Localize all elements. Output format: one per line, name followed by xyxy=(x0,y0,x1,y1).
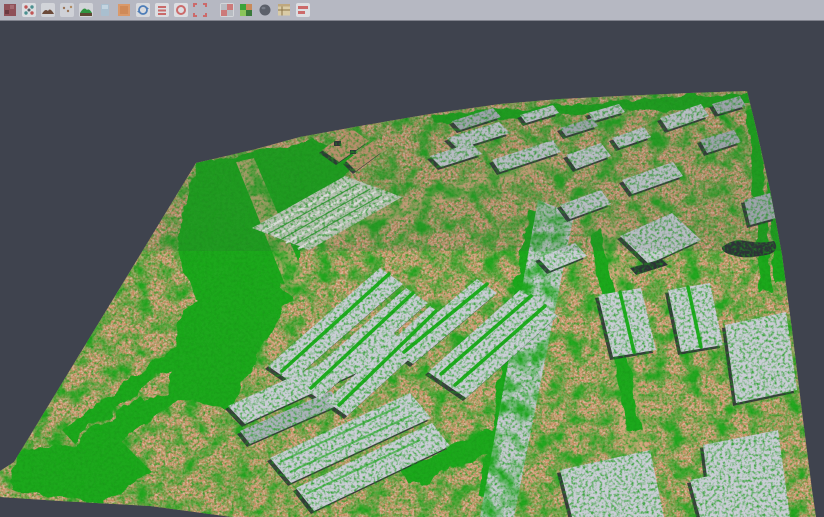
dotted-ground-icon[interactable] xyxy=(59,3,74,18)
red-ring-icon[interactable] xyxy=(173,3,188,18)
viewport-3d[interactable] xyxy=(0,21,824,517)
brown-hill-icon[interactable] xyxy=(40,3,55,18)
green-hill-icon[interactable] xyxy=(78,3,93,18)
blue-panel-icon[interactable] xyxy=(97,3,112,18)
red-crop-icon[interactable] xyxy=(192,3,207,18)
red-lines-icon[interactable] xyxy=(154,3,169,18)
checker-grid-icon[interactable] xyxy=(219,3,234,18)
maroon-tile-icon[interactable] xyxy=(2,3,17,18)
toolbar xyxy=(0,0,824,21)
scatter-points-icon[interactable] xyxy=(21,3,36,18)
blue-orbit-icon[interactable] xyxy=(135,3,150,18)
tan-table-icon[interactable] xyxy=(276,3,291,18)
application-window xyxy=(0,0,824,517)
gray-sphere-icon[interactable] xyxy=(257,3,272,18)
classification-map-icon[interactable] xyxy=(238,3,253,18)
orange-square-icon[interactable] xyxy=(116,3,131,18)
red-bars-icon[interactable] xyxy=(295,3,310,18)
